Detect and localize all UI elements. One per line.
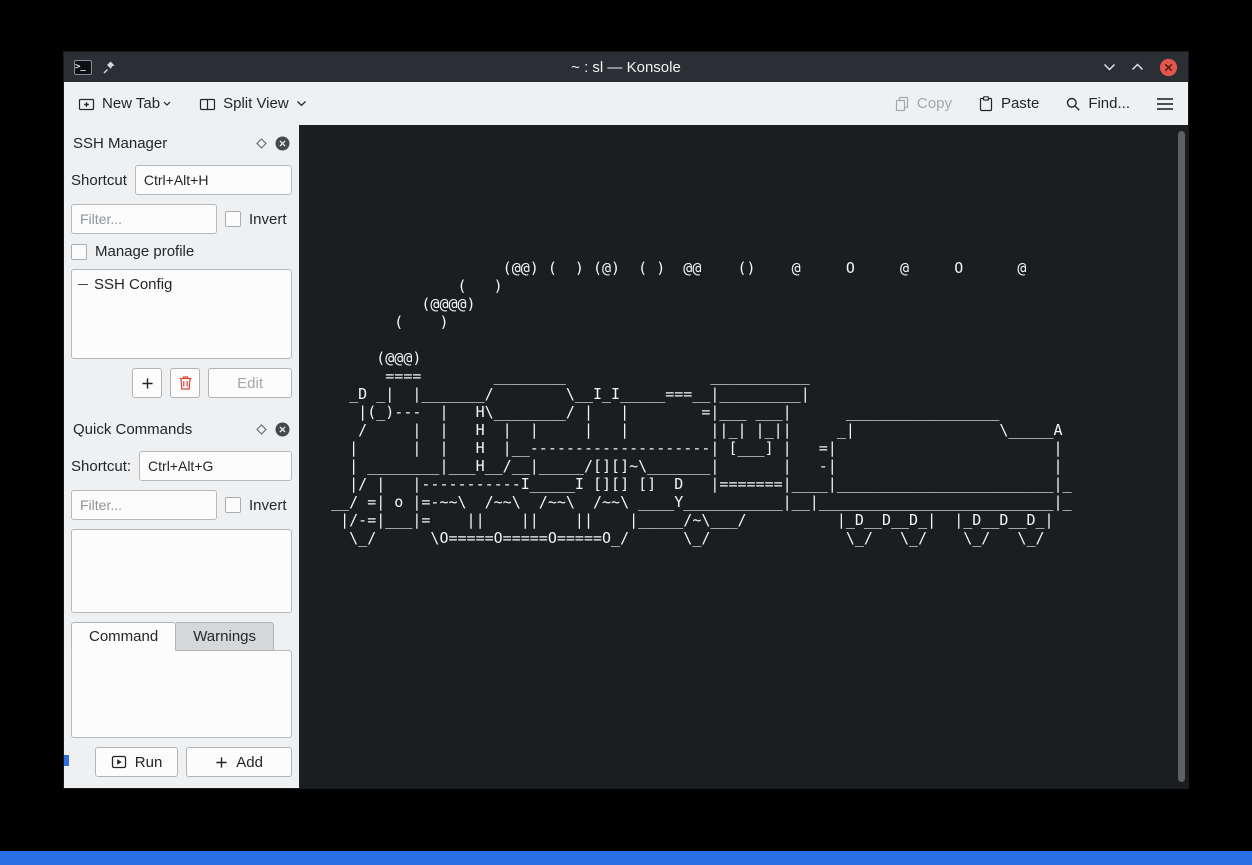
paste-icon [978,96,994,112]
toolbar-right-group: Copy Paste Find... [894,95,1174,112]
new-tab-icon [78,96,95,112]
tab-command-label: Command [89,628,158,645]
titlebar[interactable]: >_ ~ : sl — Konsole [64,52,1188,82]
ssh-filter-row: Invert [71,204,292,234]
minimize-button[interactable] [1103,63,1116,71]
plus-icon [215,756,228,769]
add-button-label: Add [236,754,263,771]
ssh-shortcut-row: Shortcut [71,165,292,195]
ssh-shortcut-input[interactable] [135,165,292,195]
panel-close-icon[interactable] [275,136,290,151]
tab-command[interactable]: Command [71,622,176,651]
window-title: ~ : sl — Konsole [64,59,1188,76]
new-tab-button[interactable]: New Tab [78,95,171,112]
ssh-invert-label: Invert [249,211,287,228]
qc-invert-checkbox[interactable] [225,497,241,513]
hamburger-icon [1156,97,1174,111]
ssh-invert-checkbox[interactable] [225,211,241,227]
quick-commands-header: Quick Commands [71,417,292,441]
split-view-label: Split View [223,95,289,112]
menu-button[interactable] [1156,97,1174,111]
list-item-ssh-config[interactable]: SSH Config [78,276,285,293]
new-tab-caret-icon [163,101,171,106]
sidebar: SSH Manager Shortcut [64,125,299,788]
find-button[interactable]: Find... [1065,95,1130,112]
manage-profile-checkbox[interactable] [71,244,87,260]
window-controls [1103,58,1178,77]
qc-actions-row: Run Add [71,747,292,777]
window-content: SSH Manager Shortcut [64,125,1188,788]
ssh-config-label: SSH Config [94,276,172,293]
manage-profile-row: Manage profile [71,243,292,260]
edit-button-label: Edit [237,375,263,392]
qc-add-button[interactable]: Add [186,747,292,777]
tab-warnings-label: Warnings [193,628,256,645]
qc-filter-row: Invert [71,490,292,520]
panel-close-icon[interactable] [275,422,290,437]
ssh-manager-panel: SSH Manager Shortcut [71,129,292,415]
terminal-view[interactable]: (@@) ( ) (@) ( ) @@ () @ O @ O @ ( ) (@@… [299,125,1188,788]
ssh-filter-input[interactable] [71,204,217,234]
panel-float-icon[interactable] [255,137,268,150]
konsole-window: >_ ~ : sl — Konsole [64,52,1188,788]
titlebar-left-icons: >_ [74,60,116,75]
ssh-manager-header: SSH Manager [71,131,292,155]
trash-icon [178,375,193,391]
split-view-button[interactable]: Split View [199,95,307,112]
qc-command-editor[interactable] [71,650,292,738]
ssh-shortcut-label: Shortcut [71,172,127,189]
plus-icon [141,377,154,390]
panel-float-icon[interactable] [255,423,268,436]
close-button[interactable] [1159,58,1178,77]
new-tab-label: New Tab [102,95,160,112]
qc-invert-label: Invert [249,497,287,514]
run-button[interactable]: Run [95,747,179,777]
desktop-edge-notch [64,755,69,766]
qc-shortcut-row: Shortcut: [71,451,292,481]
qc-commands-list[interactable] [71,529,292,613]
find-label: Find... [1088,95,1130,112]
run-icon [111,754,127,770]
copy-icon [894,96,910,112]
maximize-button[interactable] [1131,63,1144,71]
konsole-app-icon[interactable]: >_ [74,60,92,75]
copy-button[interactable]: Copy [894,95,952,112]
quick-commands-panel: Quick Commands Shortcut: [71,415,292,777]
add-entry-button[interactable] [132,368,162,398]
main-toolbar: New Tab Split View [64,82,1188,125]
paste-button[interactable]: Paste [978,95,1039,112]
ssh-actions-row: Edit [71,368,292,398]
run-button-label: Run [135,754,163,771]
chevron-down-icon [296,100,307,107]
ssh-manager-title: SSH Manager [73,135,248,152]
qc-tabbar: Command Warnings [71,622,292,651]
qc-shortcut-input[interactable] [139,451,292,481]
tree-branch-icon [78,284,88,285]
ssh-config-list[interactable]: SSH Config [71,269,292,359]
terminal-scrollbar[interactable] [1178,131,1185,782]
pin-icon[interactable] [102,60,116,75]
edit-entry-button[interactable]: Edit [208,368,292,398]
tab-warnings[interactable]: Warnings [176,622,274,651]
desktop-bottom-strip [0,851,1252,865]
qc-shortcut-label: Shortcut: [71,458,131,475]
split-view-icon [199,96,216,112]
quick-commands-title: Quick Commands [73,421,248,438]
qc-filter-input[interactable] [71,490,217,520]
terminal-output: (@@) ( ) (@) ( ) @@ () @ O @ O @ ( ) (@@… [304,133,1072,547]
manage-profile-label: Manage profile [95,243,194,260]
delete-entry-button[interactable] [170,368,200,398]
copy-label: Copy [917,95,952,112]
paste-label: Paste [1001,95,1039,112]
search-icon [1065,96,1081,112]
